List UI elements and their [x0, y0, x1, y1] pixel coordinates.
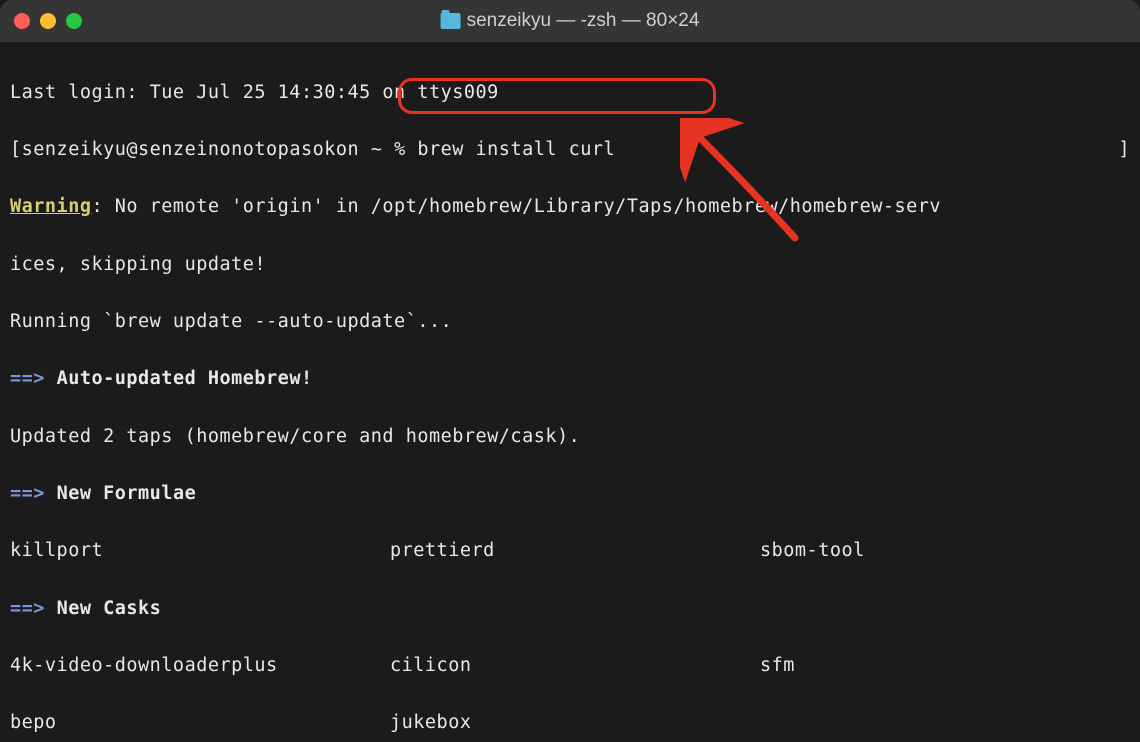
maximize-button[interactable] [66, 13, 82, 29]
section-new-casks: ==> New Casks [10, 595, 1130, 624]
section-auto-update: ==> Auto-updated Homebrew! [10, 365, 1130, 394]
minimize-button[interactable] [40, 13, 56, 29]
close-button[interactable] [14, 13, 30, 29]
traffic-lights [14, 13, 82, 29]
prompt-line: [senzeikyu@senzeinonotopasokon ~ % brew … [10, 136, 1130, 165]
folder-icon [441, 13, 461, 29]
titlebar: senzeikyu — -zsh — 80×24 [0, 0, 1140, 42]
last-login-line: Last login: Tue Jul 25 14:30:45 on ttys0… [10, 79, 1130, 108]
title-text: senzeikyu — -zsh — 80×24 [467, 10, 700, 32]
formulae-row-1: killportprettierdsbom-tool [10, 537, 1130, 566]
section-new-formulae: ==> New Formulae [10, 480, 1130, 509]
updated-taps-line: Updated 2 taps (homebrew/core and homebr… [10, 423, 1130, 452]
casks-row-1: 4k-video-downloaderplusciliconsfm [10, 652, 1130, 681]
window-title: senzeikyu — -zsh — 80×24 [441, 10, 700, 32]
terminal-body[interactable]: Last login: Tue Jul 25 14:30:45 on ttys0… [0, 42, 1140, 742]
casks-row-2: bepojukebox [10, 709, 1130, 738]
warning-line-1: Warning: No remote 'origin' in /opt/home… [10, 193, 1130, 222]
running-update-line: Running `brew update --auto-update`... [10, 308, 1130, 337]
terminal-window: senzeikyu — -zsh — 80×24 Last login: Tue… [0, 0, 1140, 742]
warning-line-2: ices, skipping update! [10, 251, 1130, 280]
